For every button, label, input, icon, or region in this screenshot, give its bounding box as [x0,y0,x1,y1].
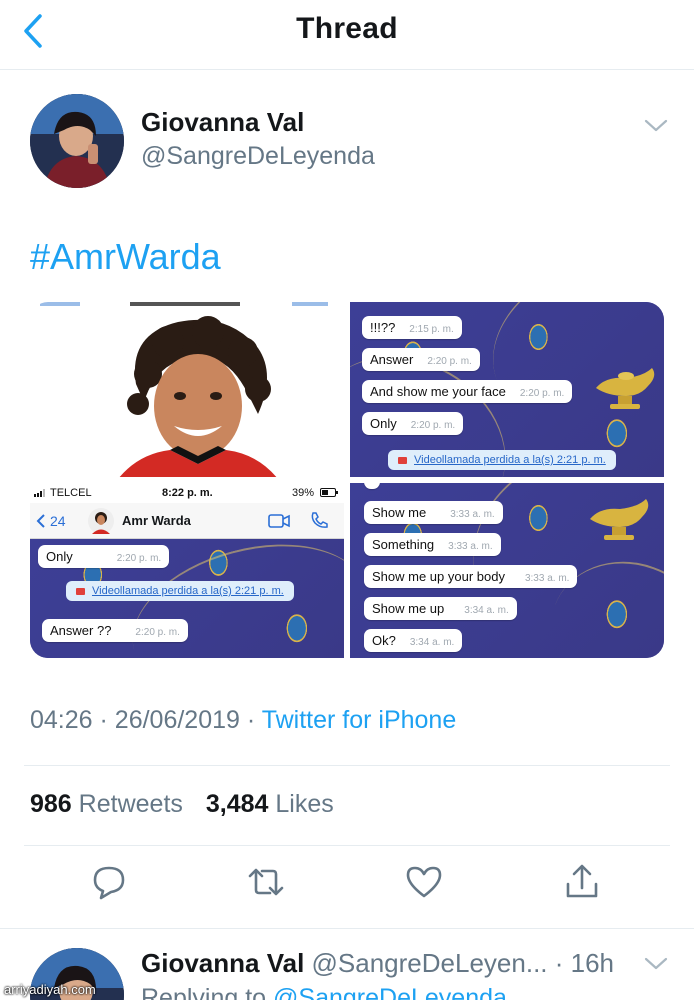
likes-label[interactable]: Likes [275,790,333,818]
media-chat-screenshot-3[interactable]: Show me 3:33 a. m. Something 3:33 a. m. Sh… [350,483,664,658]
author-name[interactable]: Giovanna Val [141,107,304,138]
likes-count[interactable]: 3,484 [206,790,269,818]
contact-name: Amr Warda [122,513,191,528]
media-contact-photo[interactable] [30,302,344,477]
carrier-label: TELCEL [50,487,92,499]
chat-message: And show me your face 2:20 p. m. [362,380,573,403]
battery-percent: 39% [292,487,315,499]
back-chevron-icon[interactable] [36,513,46,529]
chat-message: Only 2:20 p. m. [362,412,464,435]
chat-message: Show me 3:33 a. m. [364,501,503,524]
divider [0,928,694,929]
tweet-media-grid[interactable]: !!!?? 2:15 p. m. Answer 2:20 p. m. And sho… [30,302,664,658]
media-chat-screenshot-1[interactable]: !!!?? 2:15 p. m. Answer 2:20 p. m. And sho… [350,302,664,477]
like-icon[interactable] [404,862,444,902]
watermark: arriyadiyah.com [4,982,96,997]
chat-header: 24 Amr Warda [30,503,344,539]
divider [24,845,670,846]
magic-lamp-icon [590,499,649,540]
video-call-icon [398,456,407,464]
chat-body: Only 2:20 p. m. Videollamada perdida a la… [30,520,344,658]
phone-status-bar: TELCEL 8:22 p. m. 39% [30,483,344,503]
page-title: Thread [296,12,398,45]
video-call-icon [76,587,85,595]
replying-to-handle[interactable]: @SangreDeLeyenda [273,984,507,1000]
share-icon[interactable] [562,862,602,902]
tweet-stats: 986 Retweets 3,484 Likes [30,790,350,819]
missed-video-call-notice: Videollamada perdida a la(s) 2:21 p. m. [388,450,616,470]
reply-icon[interactable] [89,862,129,902]
avatar[interactable] [30,94,124,188]
contact-avatar [88,508,114,534]
separator-dot: · [246,706,256,734]
hashtag-link[interactable]: #AmrWarda [30,236,221,278]
caret-down-icon[interactable] [643,115,669,135]
top-bar: Thread [0,0,694,70]
replying-to-line: Replying to @SangreDeLeyenda [141,984,507,1000]
tweet-time: 04:26 [30,706,93,734]
chat-message: !!!?? 2:15 p. m. [362,316,462,339]
retweets-label[interactable]: Retweets [79,790,183,818]
magic-lamp-icon [596,368,655,409]
tweet-date: 26/06/2019 [114,706,240,734]
caret-down-icon[interactable] [643,953,669,973]
tweet-timestamp: 04:26 · 26/06/2019 · Twitter for iPhone [30,706,456,735]
reply-author-name[interactable]: Giovanna Val [141,948,304,978]
tweet-source-link[interactable]: Twitter for iPhone [262,706,457,734]
tweet-actions-bar [0,862,694,912]
unread-count[interactable]: 24 [50,513,66,529]
replying-prefix: Replying to [141,984,267,1000]
contact-info-header [30,302,344,312]
chat-message: Something 3:33 a. m. [364,533,501,556]
media-chat-screenshot-2[interactable]: TELCEL 8:22 p. m. 39% 24 Amr Warda Only 2… [30,483,344,658]
chat-message: Answer 2:20 p. m. [362,348,480,371]
reply-header: Giovanna Val @SangreDeLeyen... · 16h [141,948,614,979]
reply-age: · 16h [554,948,615,978]
divider [24,765,670,766]
status-time: 8:22 p. m. [162,487,213,499]
signal-icon [34,489,45,497]
retweets-count[interactable]: 986 [30,790,72,818]
author-handle[interactable]: @SangreDeLeyenda [141,142,375,171]
missed-video-call-notice: Videollamada perdida a la(s) 2:21 p. m. [66,581,294,601]
separator-dot: · [99,706,108,734]
video-call-icon[interactable] [268,514,290,528]
chat-message: Ok? 3:34 a. m. [364,629,463,652]
chat-message: Answer ?? 2:20 p. m. [42,619,188,642]
chat-message: Show me up 3:34 a. m. [364,597,517,620]
chat-message: Show me up your body 3:33 a. m. [364,565,578,588]
contact-portrait [119,316,277,477]
retweet-icon[interactable] [246,862,286,902]
chat-message: Only 2:20 p. m. [38,545,170,568]
reply-author-handle[interactable]: @SangreDeLeyen... [312,948,548,978]
battery-icon [320,488,338,497]
phone-icon[interactable] [310,511,328,529]
